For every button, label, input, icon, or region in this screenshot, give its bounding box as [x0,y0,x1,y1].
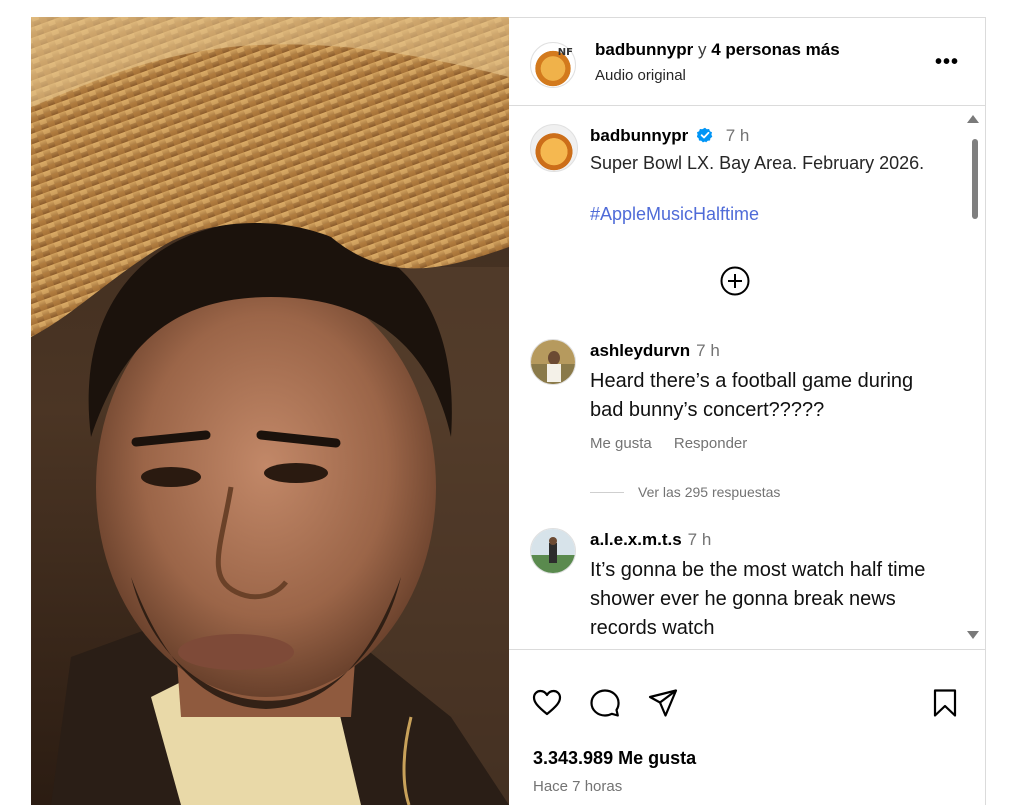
header-collaborators[interactable]: 4 personas más [711,40,840,59]
bookmark-icon[interactable] [929,687,961,719]
caption-time[interactable]: 7 h [726,126,750,145]
comment-icon[interactable] [589,687,621,719]
caption-user: badbunnypr 7 h [590,126,749,146]
comment-user: ashleydurvn 7 h [590,341,720,361]
scrollbar-thumb[interactable] [972,139,978,219]
post-panel: NF badbunnypr y 4 personas más Audio ori… [509,17,986,805]
post-timestamp[interactable]: Hace 7 horas [533,778,622,795]
like-count[interactable]: 3.343.989 Me gusta [533,748,696,769]
caption-username[interactable]: badbunnypr [590,126,688,145]
add-circle-icon[interactable] [719,265,751,297]
avatar[interactable] [530,124,578,172]
scroll-down-arrow[interactable] [967,631,979,639]
post-photo [31,17,509,805]
divider [590,492,624,493]
comment-user: a.l.e.x.m.t.s 7 h [590,530,711,550]
avatar[interactable] [530,528,576,574]
more-icon[interactable]: ••• [935,51,959,74]
header-title: badbunnypr y 4 personas más [595,40,840,60]
comment-time[interactable]: 7 h [696,341,720,360]
header-username[interactable]: badbunnypr [595,40,693,59]
action-bar: 3.343.989 Me gusta Hace 7 horas [509,651,985,805]
avatar-badge: NF [557,47,573,58]
reply-button[interactable]: Responder [674,435,747,452]
heart-icon[interactable] [531,687,563,719]
comment-time[interactable]: 7 h [688,530,712,549]
verified-icon [696,127,713,143]
scroll-up-arrow[interactable] [967,115,979,123]
hashtag-link[interactable]: #AppleMusicHalftime [590,204,759,225]
comment-username[interactable]: a.l.e.x.m.t.s [590,530,682,549]
post-header: NF badbunnypr y 4 personas más Audio ori… [509,18,985,106]
view-replies-button[interactable]: Ver las 295 respuestas [590,484,780,500]
audio-label[interactable]: Audio original [595,67,686,84]
comment-text: It’s gonna be the most watch half time s… [590,559,926,639]
post-media[interactable] [31,17,509,805]
avatar[interactable] [530,339,576,385]
view-replies-label: Ver las 295 respuestas [638,484,781,500]
like-comment-button[interactable]: Me gusta [590,435,652,452]
comment-username[interactable]: ashleydurvn [590,341,690,360]
share-icon[interactable] [647,687,679,719]
scrollbar[interactable] [967,115,981,639]
header-joiner: y [697,40,707,59]
comments-scroll-area[interactable]: badbunnypr 7 h Super Bowl LX. Bay Area. … [509,107,985,650]
avatar[interactable]: NF [530,42,576,88]
comment-text: Heard there’s a football game during bad… [590,370,914,421]
comment-actions: Me gusta Responder [590,435,765,452]
caption-text: Super Bowl LX. Bay Area. February 2026. [590,153,925,173]
